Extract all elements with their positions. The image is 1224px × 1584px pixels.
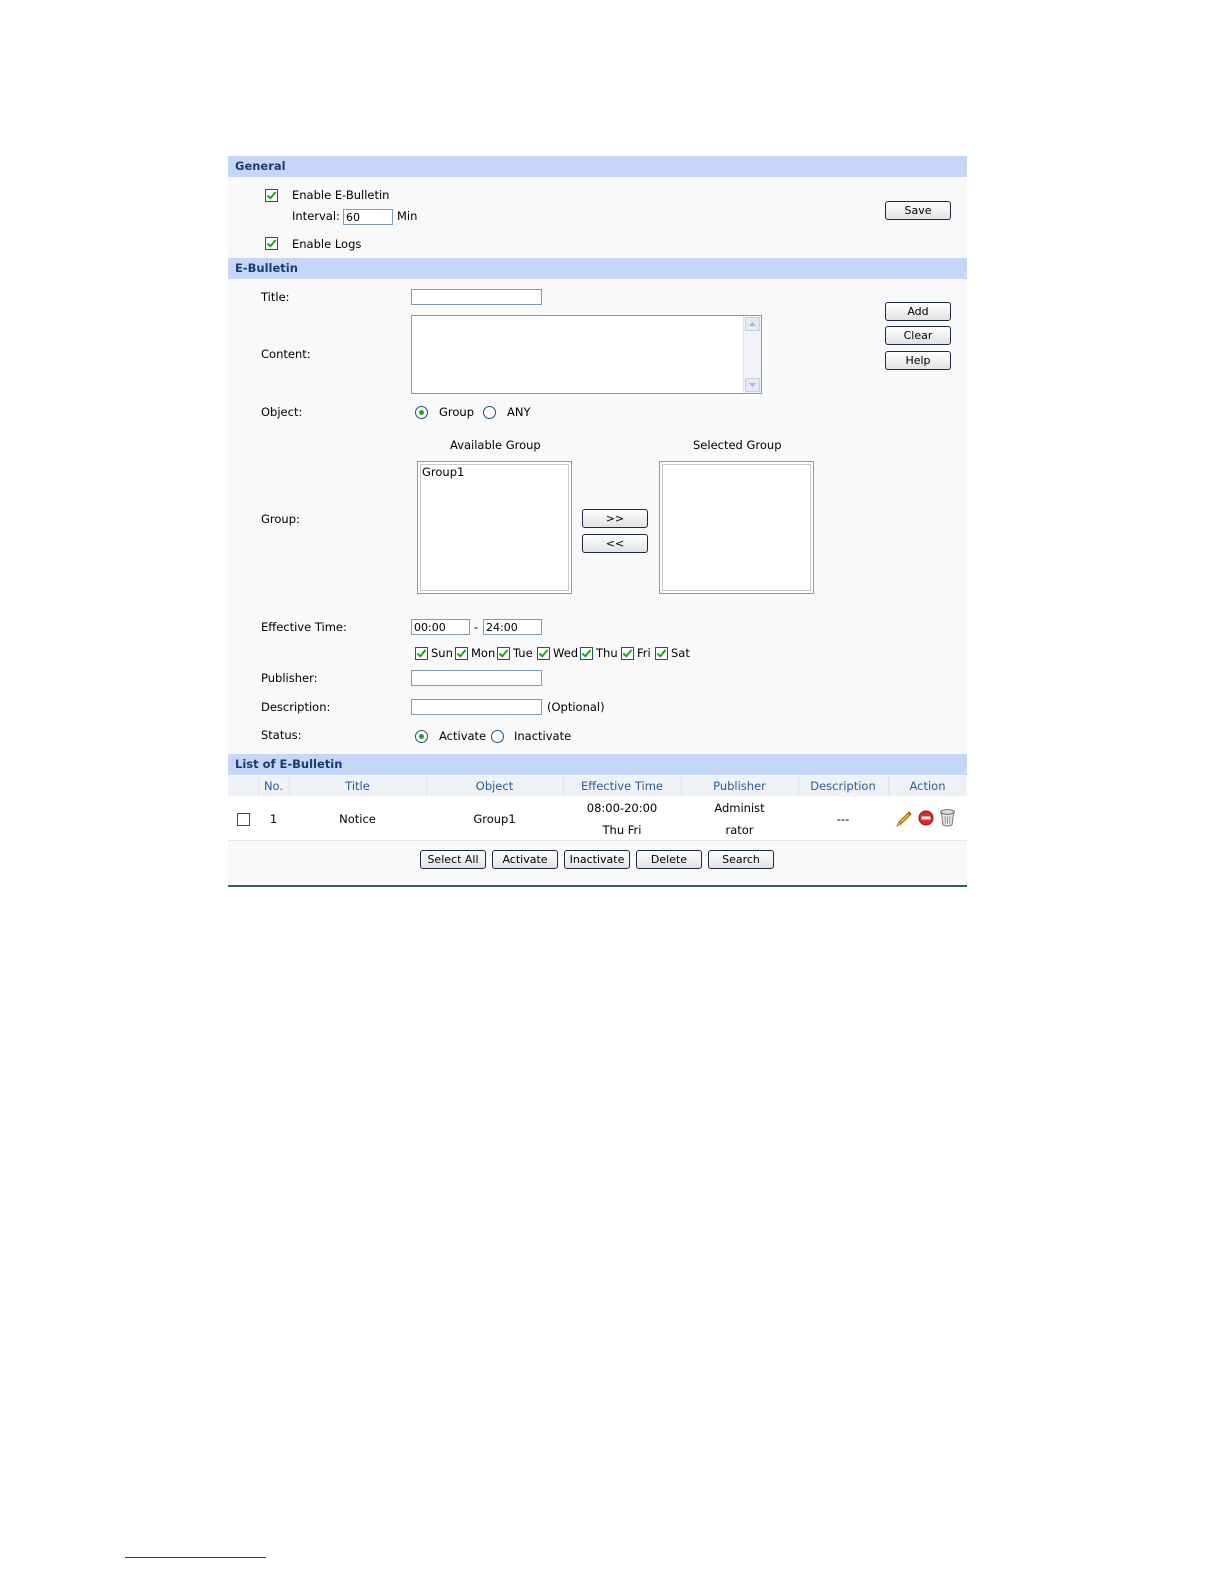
object-label: Object: bbox=[261, 405, 303, 419]
list-item[interactable]: Group1 bbox=[422, 465, 464, 479]
status-label: Status: bbox=[261, 728, 302, 742]
enable-bulletin-label: Enable E-Bulletin bbox=[292, 188, 390, 202]
row-no: 1 bbox=[269, 812, 278, 826]
available-group-list[interactable]: Group1 bbox=[417, 461, 572, 594]
day-mon-label: Mon bbox=[471, 646, 496, 660]
row-description: --- bbox=[836, 812, 850, 826]
group-label: Group: bbox=[261, 512, 300, 526]
effective-time-label: Effective Time: bbox=[261, 620, 347, 634]
title-label: Title: bbox=[261, 290, 290, 304]
object-group-radio[interactable] bbox=[415, 406, 428, 419]
section-header-bulletin: E-Bulletin bbox=[228, 258, 967, 279]
enable-logs-checkbox[interactable] bbox=[265, 237, 278, 250]
scroll-up-button[interactable] bbox=[745, 317, 760, 331]
activate-button[interactable]: Activate bbox=[492, 850, 558, 869]
status-inactivate-radio[interactable] bbox=[491, 730, 504, 743]
day-tue-checkbox[interactable] bbox=[497, 647, 510, 660]
delete-icon[interactable] bbox=[939, 808, 956, 827]
description-input[interactable] bbox=[411, 699, 542, 715]
day-thu-checkbox[interactable] bbox=[580, 647, 593, 660]
day-wed-label: Wed bbox=[553, 646, 579, 660]
status-inactivate-label: Inactivate bbox=[514, 729, 572, 743]
available-group-label: Available Group bbox=[450, 438, 541, 452]
enable-bulletin-checkbox[interactable] bbox=[265, 189, 278, 202]
row-object: Group1 bbox=[473, 812, 516, 826]
delete-button[interactable]: Delete bbox=[636, 850, 702, 869]
scroll-down-button[interactable] bbox=[745, 378, 760, 392]
row-publisher-line2: rator bbox=[725, 823, 754, 837]
clear-button[interactable]: Clear bbox=[885, 326, 951, 345]
day-wed-checkbox[interactable] bbox=[537, 647, 550, 660]
selected-group-list[interactable] bbox=[659, 461, 814, 594]
status-activate-label: Activate bbox=[439, 729, 487, 743]
enable-logs-label: Enable Logs bbox=[292, 237, 362, 251]
day-sat-checkbox[interactable] bbox=[655, 647, 668, 660]
day-fri-checkbox[interactable] bbox=[621, 647, 634, 660]
column-header-object: Object bbox=[475, 779, 514, 793]
table-row: 1 Notice Group1 08:00-20:00 Thu Fri Admi… bbox=[228, 797, 967, 841]
column-header-publisher: Publisher bbox=[713, 779, 766, 793]
publisher-label: Publisher: bbox=[261, 671, 318, 685]
row-time-line1: 08:00-20:00 bbox=[586, 801, 658, 815]
publisher-input[interactable] bbox=[411, 670, 542, 686]
panel-bottom-rule bbox=[228, 885, 967, 887]
status-activate-radio[interactable] bbox=[415, 730, 428, 743]
column-header-description: Description bbox=[810, 779, 876, 793]
column-header-effective-time: Effective Time bbox=[581, 779, 663, 793]
content-textarea[interactable] bbox=[411, 315, 762, 394]
day-fri-label: Fri bbox=[637, 646, 651, 660]
row-title: Notice bbox=[339, 812, 376, 826]
section-header-general: General bbox=[228, 156, 967, 177]
scroll-down-icon bbox=[749, 383, 756, 387]
row-checkbox[interactable] bbox=[237, 813, 250, 826]
day-sat-label: Sat bbox=[671, 646, 690, 660]
column-header-no: No. bbox=[263, 779, 284, 793]
time-separator: - bbox=[474, 620, 479, 634]
scroll-up-icon bbox=[749, 322, 756, 326]
time-start-input[interactable] bbox=[411, 619, 470, 635]
inactivate-button[interactable]: Inactivate bbox=[564, 850, 630, 869]
content-scrollbar[interactable] bbox=[743, 316, 761, 393]
row-publisher-line1: Administ bbox=[714, 801, 765, 815]
content-label: Content: bbox=[261, 347, 311, 361]
column-header-action: Action bbox=[909, 779, 946, 793]
move-left-button[interactable]: << bbox=[582, 534, 648, 553]
object-any-label: ANY bbox=[507, 405, 531, 419]
day-sun-label: Sun bbox=[431, 646, 453, 660]
save-button[interactable]: Save bbox=[885, 201, 951, 220]
section-header-list: List of E-Bulletin bbox=[228, 754, 967, 775]
day-tue-label: Tue bbox=[513, 646, 533, 660]
edit-icon[interactable] bbox=[896, 809, 913, 827]
time-end-input[interactable] bbox=[483, 619, 542, 635]
day-thu-label: Thu bbox=[596, 646, 618, 660]
description-label: Description: bbox=[261, 700, 331, 714]
object-group-label: Group bbox=[439, 405, 475, 419]
interval-unit: Min bbox=[397, 209, 418, 223]
row-time-line2: Thu Fri bbox=[602, 823, 642, 837]
help-button[interactable]: Help bbox=[885, 351, 951, 370]
footnote-rule bbox=[125, 1557, 266, 1558]
object-any-radio[interactable] bbox=[483, 406, 496, 419]
title-input[interactable] bbox=[411, 289, 542, 305]
day-mon-checkbox[interactable] bbox=[455, 647, 468, 660]
column-header-title: Title bbox=[345, 779, 370, 793]
interval-label: Interval: bbox=[292, 209, 340, 223]
disable-icon[interactable] bbox=[918, 810, 934, 826]
optional-note: (Optional) bbox=[547, 700, 605, 714]
day-sun-checkbox[interactable] bbox=[415, 647, 428, 660]
move-right-button[interactable]: >> bbox=[582, 509, 648, 528]
search-button[interactable]: Search bbox=[708, 850, 774, 869]
add-button[interactable]: Add bbox=[885, 302, 951, 321]
selected-group-label: Selected Group bbox=[693, 438, 782, 452]
select-all-button[interactable]: Select All bbox=[420, 850, 486, 869]
interval-input[interactable] bbox=[343, 209, 393, 225]
